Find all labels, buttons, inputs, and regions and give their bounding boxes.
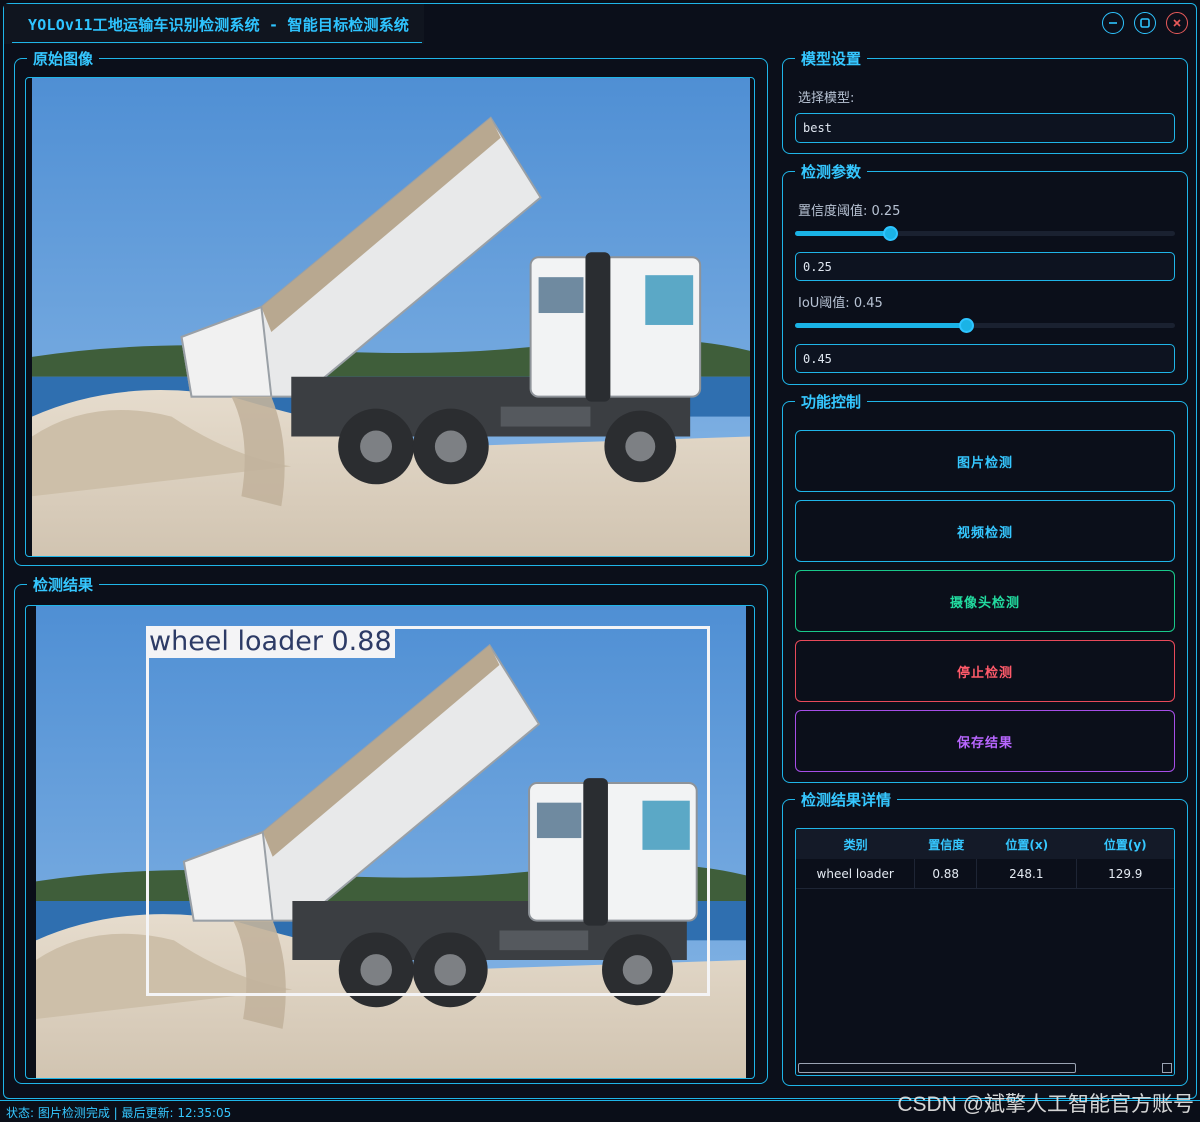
confidence-label: 置信度阈值: 0.25 xyxy=(798,204,901,219)
maximize-button[interactable] xyxy=(1134,12,1156,34)
confidence-slider-fill xyxy=(795,231,890,236)
bounding-box xyxy=(146,626,710,996)
cell-x: 248.1 xyxy=(977,859,1077,889)
detection-result-title: 检测结果 xyxy=(27,574,100,595)
detection-details-table[interactable]: 类别 置信度 位置(x) 位置(y) wheel loader 0.88 248… xyxy=(795,828,1175,1076)
original-image-frame xyxy=(25,77,755,557)
video-detect-button[interactable]: 视频检测 xyxy=(795,500,1175,562)
image-detect-button[interactable]: 图片检测 xyxy=(795,430,1175,492)
detection-params-panel: 检测参数 置信度阈值: 0.25 0.25 IoU阈值: 0.45 0.45 xyxy=(782,161,1188,385)
detection-details-panel: 检测结果详情 类别 置信度 位置(x) 位置(y) wheel loader 0… xyxy=(782,789,1188,1086)
column-header-confidence[interactable]: 置信度 xyxy=(915,829,977,859)
bounding-box-label: wheel loader 0.88 xyxy=(146,626,395,658)
scrollbar-right-button[interactable] xyxy=(1162,1063,1172,1073)
column-header-class[interactable]: 类别 xyxy=(796,829,915,859)
function-control-panel: 功能控制 图片检测 视频检测 摄像头检测 停止检测 保存结果 xyxy=(782,391,1188,783)
original-image-panel: 原始图像 xyxy=(14,48,768,566)
function-control-title: 功能控制 xyxy=(795,391,868,412)
model-select-value: best xyxy=(803,121,832,135)
title-bar[interactable]: YOLOv11工地运输车识别检测系统 - 智能目标检测系统 xyxy=(4,4,1196,44)
cell-confidence: 0.88 xyxy=(915,859,978,889)
column-header-y[interactable]: 位置(y) xyxy=(1077,829,1174,859)
confidence-input[interactable]: 0.25 xyxy=(795,252,1175,281)
iou-slider[interactable] xyxy=(795,318,1175,333)
detection-params-title: 检测参数 xyxy=(795,161,868,182)
horizontal-scrollbar[interactable] xyxy=(796,1061,1174,1075)
save-result-button[interactable]: 保存结果 xyxy=(795,710,1175,772)
detection-result-panel: 检测结果 wheel loader 0.88 xyxy=(14,574,768,1084)
iou-slider-fill xyxy=(795,323,966,328)
table-row[interactable]: wheel loader 0.88 248.1 129.9 xyxy=(796,859,1174,889)
original-image-title: 原始图像 xyxy=(27,48,100,69)
iou-input[interactable]: 0.45 xyxy=(795,344,1175,373)
iou-slider-handle[interactable] xyxy=(958,318,974,333)
model-select-label: 选择模型: xyxy=(798,91,855,106)
close-button[interactable] xyxy=(1166,12,1188,34)
scrollbar-thumb[interactable] xyxy=(798,1063,1076,1073)
app-window: YOLOv11工地运输车识别检测系统 - 智能目标检测系统 原始图像 检测结果 … xyxy=(3,3,1197,1099)
original-image xyxy=(32,78,750,556)
title-underline xyxy=(12,42,422,43)
minimize-button[interactable] xyxy=(1102,12,1124,34)
confidence-slider-handle[interactable] xyxy=(882,226,898,241)
cell-class: wheel loader xyxy=(796,859,916,889)
confidence-input-value: 0.25 xyxy=(803,259,832,274)
detection-details-title: 检测结果详情 xyxy=(795,789,898,810)
camera-detect-button[interactable]: 摄像头检测 xyxy=(795,570,1175,632)
result-image-frame: wheel loader 0.88 xyxy=(25,605,755,1079)
window-title: YOLOv11工地运输车识别检测系统 - 智能目标检测系统 xyxy=(28,16,410,34)
model-settings-panel: 模型设置 选择模型: best xyxy=(782,48,1188,154)
watermark: CSDN @斌擎人工智能官方账号 xyxy=(897,1093,1194,1116)
confidence-slider[interactable] xyxy=(795,226,1175,241)
minimize-icon xyxy=(1109,22,1117,24)
maximize-icon xyxy=(1140,18,1150,28)
stop-detect-button[interactable]: 停止检测 xyxy=(795,640,1175,702)
table-header: 类别 置信度 位置(x) 位置(y) xyxy=(796,829,1174,859)
iou-input-value: 0.45 xyxy=(803,351,832,366)
status-text: 状态: 图片检测完成 | 最后更新: 12:35:05 xyxy=(6,1106,232,1120)
iou-label: IoU阈值: 0.45 xyxy=(798,296,883,311)
model-settings-title: 模型设置 xyxy=(795,48,868,69)
cell-y: 129.9 xyxy=(1108,867,1143,881)
column-header-x[interactable]: 位置(x) xyxy=(977,829,1076,859)
model-select[interactable]: best xyxy=(795,113,1175,143)
close-icon xyxy=(1173,19,1181,27)
